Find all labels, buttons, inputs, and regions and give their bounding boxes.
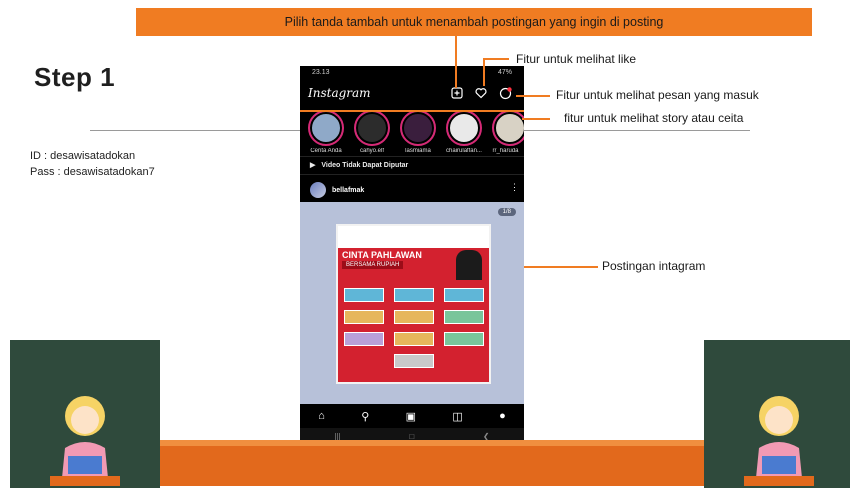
banknote-tile — [444, 332, 484, 346]
separator — [300, 174, 524, 175]
status-bar: 23.13 47% — [300, 66, 524, 78]
callout-like: Fitur untuk melihat like — [516, 52, 637, 66]
callout-messages: Fitur untuk melihat pesan yang masuk — [556, 88, 759, 102]
post-username: bellafmak — [332, 186, 365, 194]
banknote-tile — [444, 310, 484, 324]
bottom-nav: ⌂ ⚲ ▣ ◫ ● — [300, 404, 524, 428]
chalkboard-left — [10, 340, 160, 488]
banknote-tile — [444, 288, 484, 302]
banknote-tile — [344, 332, 384, 346]
callout-line-like — [483, 58, 509, 60]
post-header[interactable]: bellafmak — [310, 182, 364, 198]
status-time: 23.13 — [312, 68, 330, 76]
search-icon[interactable]: ⚲ — [361, 410, 369, 423]
poster-graphic: CINTA PAHLAWAN BERSAMA RUPIAH — [336, 224, 491, 384]
chalkboard-right — [704, 340, 850, 488]
callout-line-post — [524, 266, 598, 268]
callout-line-story — [522, 118, 550, 120]
video-notice: ▶ Video Tidak Dapat Diputar — [310, 161, 409, 170]
shop-icon[interactable]: ◫ — [452, 410, 462, 423]
story-avatar[interactable] — [446, 110, 482, 146]
poster-header — [338, 226, 489, 248]
video-icon: ▶ — [310, 162, 316, 169]
story-name: lasmiama — [405, 148, 431, 154]
post-image[interactable]: 1/8 CINTA PAHLAWAN BERSAMA RUPIAH — [300, 202, 524, 404]
stage — [160, 446, 704, 486]
banknote-tile — [344, 288, 384, 302]
callout-line-like — [483, 58, 485, 86]
banknote-tile — [344, 310, 384, 324]
step-title: Step 1 — [34, 62, 116, 92]
callout-line-story-top — [300, 110, 524, 112]
callout-line-messages — [516, 95, 550, 97]
story-name: rr_haruda — [492, 148, 519, 154]
banknote-tile — [394, 288, 434, 302]
callout-story: fitur untuk melihat story atau ceita — [564, 111, 744, 125]
instruction-banner: Pilih tanda tambah untuk menambah postin… — [136, 8, 812, 36]
more-options-icon[interactable]: ⋮ — [510, 182, 519, 193]
story-avatar[interactable] — [308, 110, 344, 146]
banknote-tile — [394, 310, 434, 324]
reels-icon[interactable]: ▣ — [406, 410, 416, 423]
reading-girl-illustration — [744, 396, 814, 486]
callout-line-add — [455, 36, 457, 88]
banner-text: Pilih tanda tambah untuk menambah postin… — [284, 15, 664, 29]
portrait-image — [456, 250, 482, 280]
status-battery: 47% — [497, 68, 512, 76]
story-avatar[interactable] — [492, 110, 524, 146]
callout-post: Postingan intagram — [602, 259, 706, 273]
separator — [300, 156, 524, 157]
messenger-icon[interactable] — [498, 86, 512, 100]
story-avatar[interactable] — [400, 110, 436, 146]
banknote-tile — [394, 332, 434, 346]
pass-label: Pass : desawisatadokan7 — [30, 166, 155, 178]
story-avatar[interactable] — [354, 110, 390, 146]
avatar — [310, 182, 326, 198]
poster-title: CINTA PAHLAWAN — [342, 250, 422, 260]
story-name: cahyo.elf — [359, 148, 384, 154]
reading-girl-illustration — [50, 396, 120, 486]
story-name: chairulaffan... — [446, 148, 482, 154]
notice-text: Video Tidak Dapat Diputar — [321, 161, 409, 169]
image-counter: 1/8 — [497, 208, 516, 216]
id-label: ID : desawisatadokan — [30, 150, 136, 162]
instagram-logo: Instagram — [308, 86, 371, 100]
poster-subtitle: BERSAMA RUPIAH — [342, 261, 404, 269]
story-name: Cerita Anda — [310, 148, 342, 154]
heart-icon[interactable] — [474, 86, 488, 100]
home-icon[interactable]: ⌂ — [318, 410, 325, 422]
banknote-tile — [394, 354, 434, 368]
add-post-icon[interactable] — [450, 86, 464, 100]
profile-icon[interactable]: ● — [499, 410, 506, 422]
phone-screenshot: 23.13 47% Instagram Cerita Anda cahyo.el… — [300, 66, 524, 444]
